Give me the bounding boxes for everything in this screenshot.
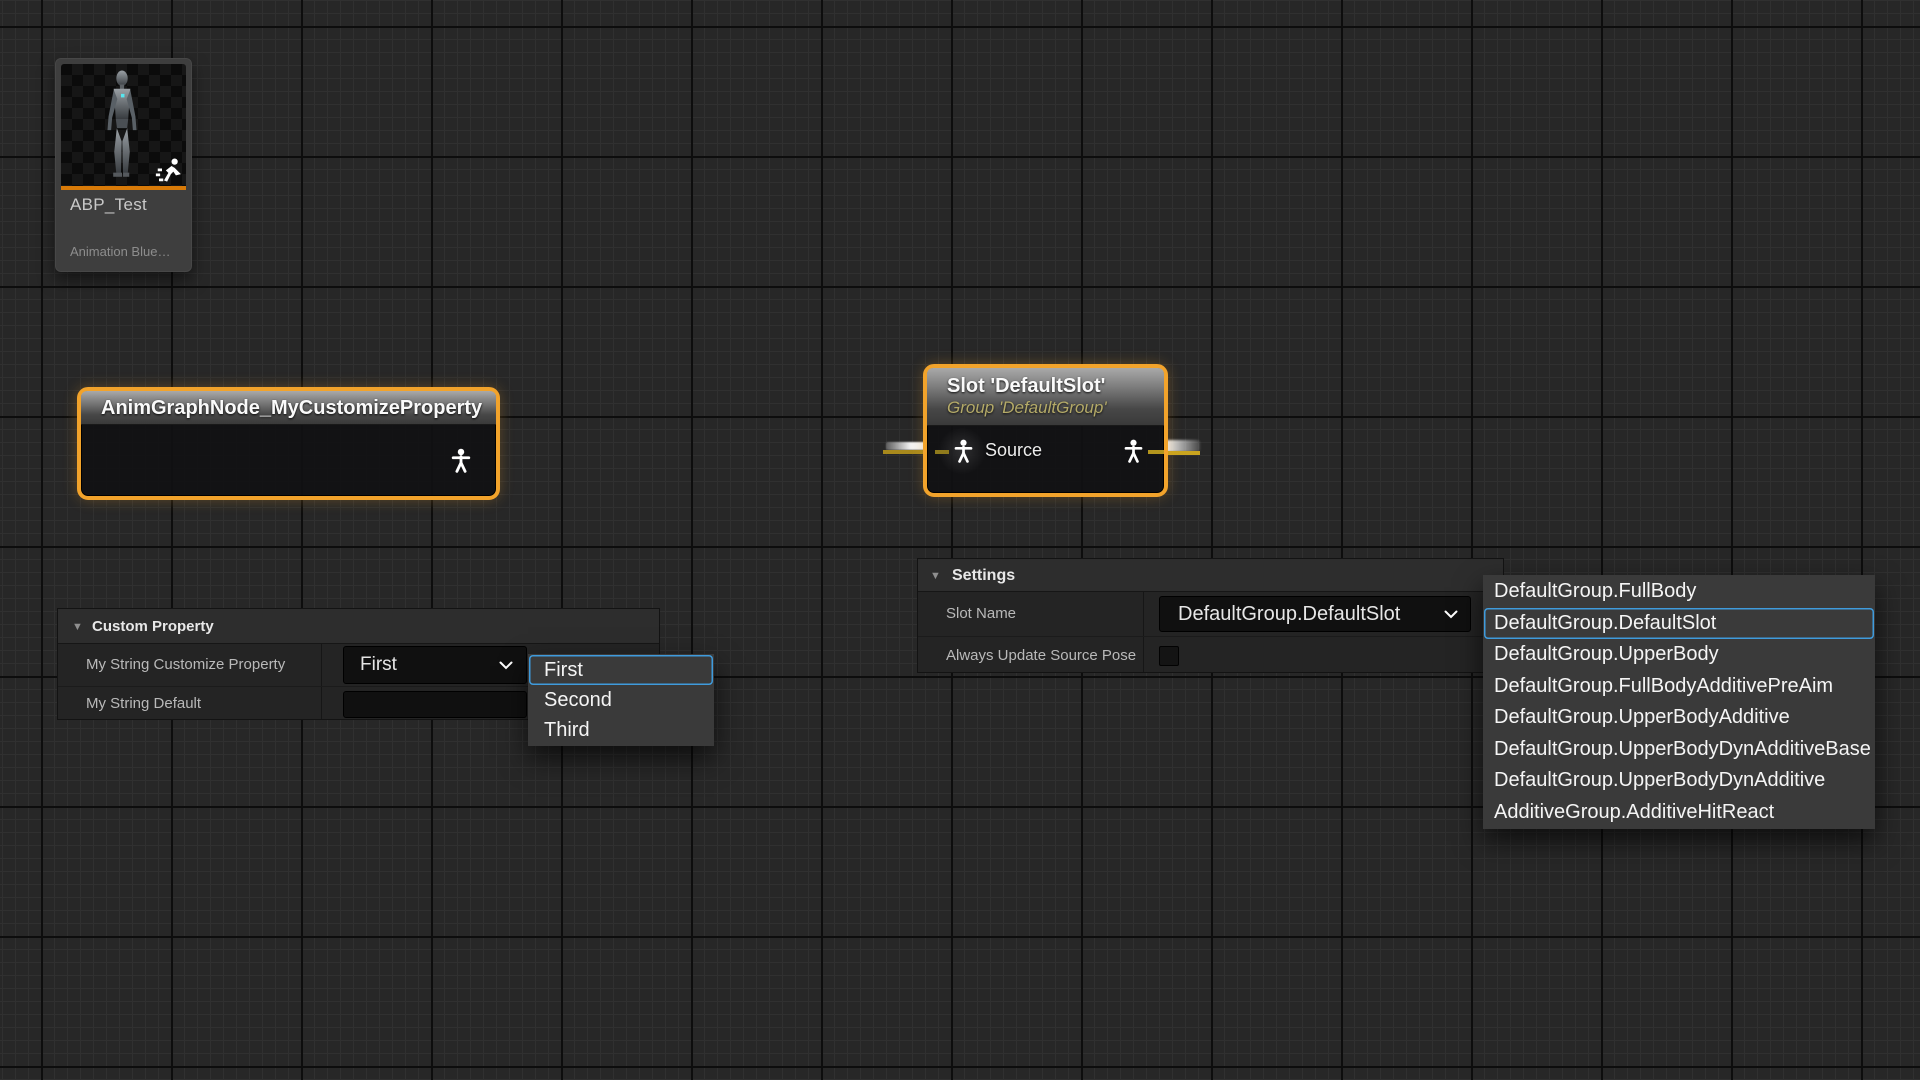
dropdown-item-third[interactable]: Third (529, 715, 713, 745)
category-label: Settings (952, 559, 1015, 592)
dropdown-item-fullbody[interactable]: DefaultGroup.FullBody (1484, 576, 1874, 608)
property-label-slot-name: Slot Name (946, 592, 1016, 636)
dropdown-item-upperbodydynadditive[interactable]: DefaultGroup.UpperBodyDynAdditive (1484, 765, 1874, 797)
node-header[interactable]: Slot 'DefaultSlot' Group 'DefaultGroup' (927, 368, 1164, 426)
my-string-customize-combo[interactable]: First (343, 646, 527, 684)
expander-triangle-icon[interactable]: ▼ (72, 621, 83, 633)
pose-wire-left-white (886, 442, 927, 450)
mannequin-figure-icon (91, 69, 153, 183)
category-label: Custom Property (92, 609, 214, 644)
pose-wire-left-gold (883, 450, 927, 454)
column-divider[interactable] (1143, 592, 1144, 672)
chevron-down-icon (499, 661, 513, 670)
asset-title: ABP_Test (70, 195, 147, 215)
combo-value: First (360, 647, 397, 683)
asset-thumbnail (61, 64, 186, 186)
node-title: AnimGraphNode_MyCustomizeProperty (101, 397, 482, 419)
asset-card-abp-test[interactable]: ABP_Test Animation Blue… (55, 58, 192, 272)
enum-dropdown-menu: First Second Third (528, 654, 714, 746)
node-pin-row: Source (927, 426, 1164, 492)
pose-input-pin-icon[interactable] (951, 438, 976, 463)
node-subtitle: Group 'DefaultGroup' (947, 398, 1164, 418)
property-label-my-string-customize: My String Customize Property (86, 644, 285, 686)
column-divider[interactable] (321, 644, 322, 719)
combo-value: DefaultGroup.DefaultSlot (1178, 597, 1400, 631)
dropdown-item-first[interactable]: First (529, 655, 713, 685)
dropdown-item-fullbodyadditivepreaim[interactable]: DefaultGroup.FullBodyAdditivePreAim (1484, 671, 1874, 703)
gold-wire-dash-in (935, 450, 949, 454)
asset-type-label: Animation Blue… (70, 244, 170, 259)
slot-name-dropdown-menu: DefaultGroup.FullBody DefaultGroup.Defau… (1483, 575, 1875, 829)
slot-name-combo[interactable]: DefaultGroup.DefaultSlot (1159, 596, 1471, 632)
settings-panel: ▼ Settings Slot Name Always Update Sourc… (917, 558, 1504, 673)
category-header[interactable]: ▼ Settings (918, 559, 1503, 592)
node-title: Slot 'DefaultSlot' (947, 375, 1164, 398)
category-header[interactable]: ▼ Custom Property (58, 609, 659, 644)
my-string-default-input[interactable] (343, 691, 527, 718)
pose-output-pin-icon[interactable] (1121, 438, 1146, 463)
always-update-source-pose-checkbox[interactable] (1159, 646, 1179, 666)
pose-wire-right-gold (1164, 451, 1200, 455)
property-label-always-update-source-pose: Always Update Source Pose (946, 637, 1136, 674)
expander-triangle-icon[interactable]: ▼ (930, 570, 941, 582)
animation-blueprint-badge-icon (154, 156, 184, 186)
property-label-my-string-default: My String Default (86, 687, 201, 721)
dropdown-item-second[interactable]: Second (529, 685, 713, 715)
pose-output-pin-icon[interactable] (448, 447, 474, 473)
dropdown-item-upperbodyadditive[interactable]: DefaultGroup.UpperBodyAdditive (1484, 702, 1874, 734)
blueprint-graph-canvas[interactable]: ABP_Test Animation Blue… AnimGraphNode_M… (0, 0, 1920, 1080)
dropdown-item-defaultslot[interactable]: DefaultGroup.DefaultSlot (1484, 608, 1874, 640)
asset-type-color-bar (61, 186, 186, 190)
source-pin-label: Source (985, 440, 1042, 461)
node-header[interactable]: AnimGraphNode_MyCustomizeProperty (81, 391, 496, 425)
node-slot-defaultslot[interactable]: Slot 'DefaultSlot' Group 'DefaultGroup' … (923, 364, 1168, 497)
chevron-down-icon (1444, 610, 1458, 619)
dropdown-item-upperbody[interactable]: DefaultGroup.UpperBody (1484, 639, 1874, 671)
dropdown-item-additivehitreact[interactable]: AdditiveGroup.AdditiveHitReact (1484, 797, 1874, 829)
gold-wire-dash-out (1148, 450, 1164, 454)
node-anim-graph-custom-property[interactable]: AnimGraphNode_MyCustomizeProperty (77, 387, 500, 500)
dropdown-item-upperbodydynadditivebase[interactable]: DefaultGroup.UpperBodyDynAdditiveBase (1484, 734, 1874, 766)
